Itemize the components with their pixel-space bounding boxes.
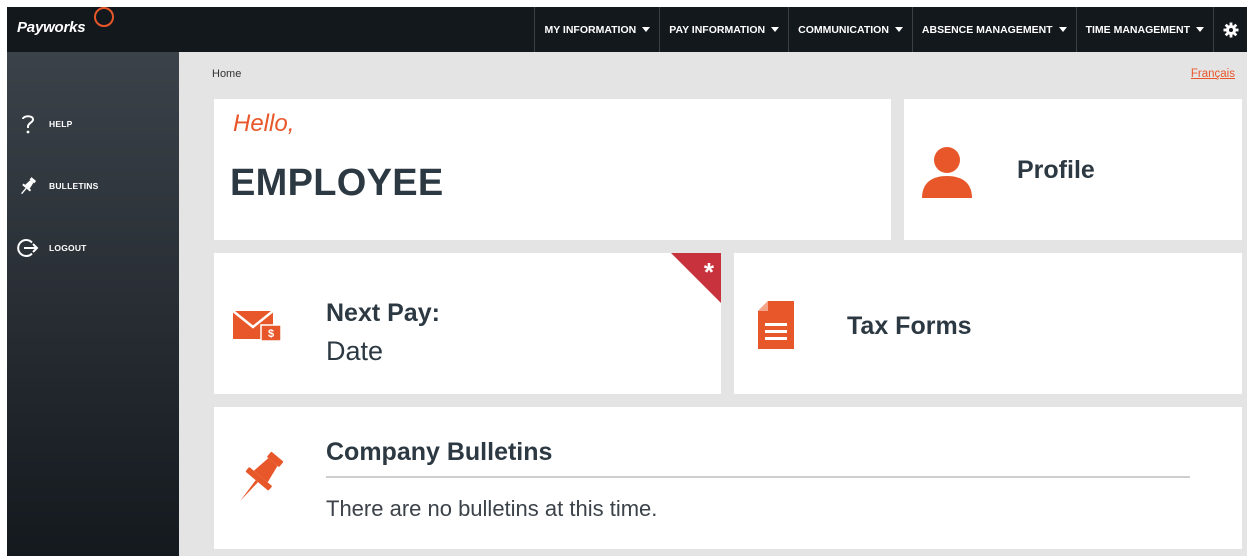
next-pay-title: Next Pay: [326, 299, 440, 327]
caret-down-icon [1058, 27, 1067, 32]
nav-my-information[interactable]: MY INFORMATION [534, 7, 659, 52]
nav-time-management[interactable]: TIME MANAGEMENT [1075, 7, 1213, 52]
bulletins-divider [326, 476, 1190, 478]
nav-item-label: MY INFORMATION [544, 23, 637, 36]
sidebar-item-label: BULLETINS [49, 181, 99, 191]
settings-button[interactable] [1213, 7, 1247, 52]
nav-item-label: PAY INFORMATION [669, 23, 766, 36]
company-bulletins-card: Company Bulletins There are no bulletins… [214, 407, 1242, 549]
caret-down-icon [894, 27, 903, 32]
breadcrumb[interactable]: Home [212, 68, 241, 80]
language-toggle-link[interactable]: Français [1191, 68, 1235, 80]
top-navbar: Payworks MY INFORMATION PAY INFORMATION … [7, 7, 1247, 52]
next-pay-card[interactable]: $ Next Pay: Date * [214, 253, 721, 394]
caret-down-icon [642, 27, 651, 32]
logo-ring-icon [94, 7, 114, 27]
question-icon [17, 113, 39, 135]
new-badge-star: * [703, 257, 714, 287]
nav-item-label: TIME MANAGEMENT [1085, 23, 1190, 36]
greeting-hello: Hello, [233, 110, 295, 137]
pay-envelope-icon: $ [233, 310, 282, 341]
logo[interactable]: Payworks [17, 19, 86, 36]
nav-item-label: COMMUNICATION [798, 23, 889, 36]
profile-card[interactable]: Profile [904, 99, 1242, 240]
sidebar-item-label: HELP [49, 119, 73, 129]
nav-item-label: ABSENCE MANAGEMENT [921, 23, 1053, 36]
sidebar: HELP BULLETINS LOGOUT [7, 52, 179, 556]
sidebar-item-label: LOGOUT [49, 243, 87, 253]
next-pay-date: Date [326, 336, 384, 366]
person-icon [922, 147, 972, 198]
main-nav: MY INFORMATION PAY INFORMATION COMMUNICA… [534, 7, 1247, 52]
nav-absence-management[interactable]: ABSENCE MANAGEMENT [911, 7, 1076, 52]
pin-icon [17, 175, 39, 197]
svg-text:$: $ [268, 328, 274, 340]
bulletins-title: Company Bulletins [326, 438, 553, 466]
sidebar-item-help[interactable]: HELP [17, 112, 72, 136]
gear-icon [1223, 22, 1238, 37]
document-icon [758, 301, 794, 349]
bulletins-empty-message: There are no bulletins at this time. [326, 496, 658, 521]
greeting-card: Hello, EMPLOYEE [214, 99, 891, 240]
app-frame: Payworks MY INFORMATION PAY INFORMATION … [7, 7, 1247, 556]
sidebar-item-bulletins[interactable]: BULLETINS [17, 174, 99, 198]
caret-down-icon [1196, 27, 1204, 32]
sidebar-item-logout[interactable]: LOGOUT [17, 236, 87, 260]
nav-communication[interactable]: COMMUNICATION [788, 7, 912, 52]
caret-down-icon [771, 27, 780, 32]
pushpin-icon [240, 451, 284, 502]
logout-icon [17, 237, 39, 259]
nav-pay-information[interactable]: PAY INFORMATION [659, 7, 788, 52]
tax-forms-title: Tax Forms [847, 312, 972, 340]
profile-title: Profile [1017, 156, 1095, 184]
tax-forms-card[interactable]: Tax Forms [734, 253, 1242, 394]
employee-name: EMPLOYEE [230, 162, 444, 204]
